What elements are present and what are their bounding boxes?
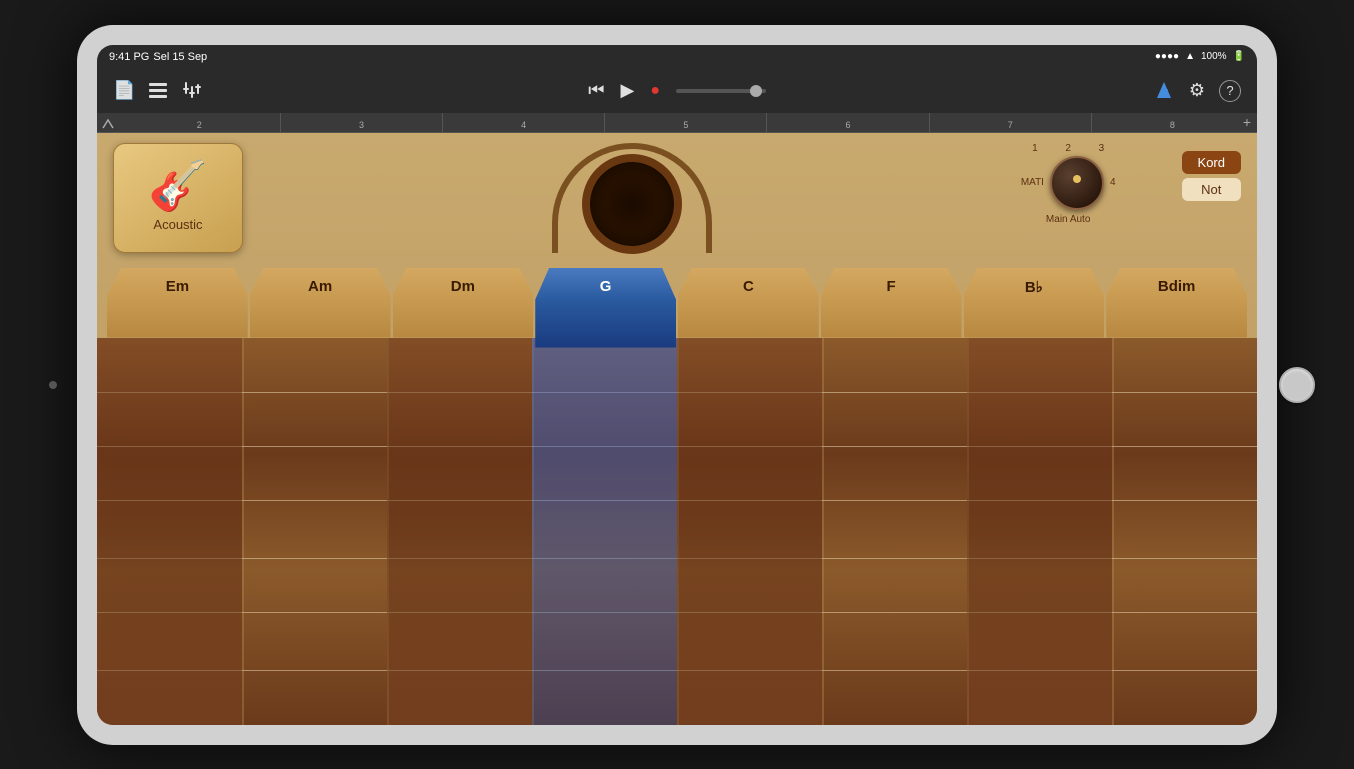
time-display: 9:41 PG	[109, 51, 149, 63]
wifi-icon: ▲	[1185, 51, 1195, 62]
ruler-mark-4: 5	[604, 113, 766, 132]
chord-F[interactable]: F	[821, 268, 962, 338]
guitar-main: 🎸 Acoustic 1 2 3	[97, 133, 1257, 725]
fret-cell-7	[967, 338, 1112, 725]
guitar-body	[263, 143, 1001, 253]
rewind-button[interactable]: ⏮	[588, 80, 604, 101]
new-song-button[interactable]: 📄	[113, 80, 135, 101]
chord-G[interactable]: G	[535, 268, 676, 348]
fret-cell-5	[677, 338, 822, 725]
top-section: 🎸 Acoustic 1 2 3	[97, 133, 1257, 263]
toolbar: 📄	[97, 69, 1257, 113]
fret-divider-5	[822, 338, 824, 725]
play-button[interactable]: ▶	[620, 80, 634, 101]
ruler-mark-6: 7	[929, 113, 1091, 132]
chord-Am[interactable]: Am	[250, 268, 391, 338]
not-button[interactable]: Not	[1182, 178, 1241, 201]
fret-divider-7	[1112, 338, 1114, 725]
fret-divider-1	[242, 338, 244, 725]
chord-Dm[interactable]: Dm	[393, 268, 534, 338]
signal-icon: ●●●●	[1155, 51, 1179, 62]
home-button[interactable]	[1279, 367, 1315, 403]
metronome-button[interactable]	[1153, 80, 1175, 102]
battery-icon: 🔋	[1233, 51, 1245, 62]
guitar-icon: 🎸	[148, 163, 208, 211]
knob-num-1: 1	[1032, 143, 1038, 154]
date-display: Sel 15 Sep	[153, 51, 207, 63]
mixer-button[interactable]	[183, 82, 201, 100]
chord-row: Em Am Dm G C F B♭	[97, 263, 1257, 338]
progress-thumb	[750, 85, 762, 97]
kord-not-container: Kord Not	[1182, 151, 1241, 201]
knob-indicator	[1073, 175, 1081, 183]
mati-label: MATI	[1021, 177, 1044, 188]
settings-button[interactable]: ⚙	[1189, 80, 1205, 101]
instrument-name: Acoustic	[153, 217, 202, 232]
ruler-mark-1: 2	[119, 113, 280, 132]
ruler-mark-2: 3	[280, 113, 442, 132]
chord-Bdim[interactable]: Bdim	[1106, 268, 1247, 338]
knob-num-4: 4	[1110, 177, 1116, 188]
chord-Bb[interactable]: B♭	[964, 268, 1105, 338]
fret-cell-3	[387, 338, 532, 725]
knob-num-3: 3	[1099, 143, 1105, 154]
knob-wrapper: 1 2 3 MATI 4 Main Auto	[1021, 143, 1116, 225]
main-auto-label: Main Auto	[1046, 214, 1090, 225]
status-bar: 9:41 PG Sel 15 Sep ●●●● ▲ 100% 🔋	[97, 45, 1257, 69]
knob-num-2: 2	[1065, 143, 1071, 154]
ruler: 2 3 4 5 6 7 8 +	[97, 113, 1257, 133]
ruler-mark-7: 8	[1091, 113, 1253, 132]
tracks-button[interactable]	[149, 83, 169, 99]
ipad-screen: 9:41 PG Sel 15 Sep ●●●● ▲ 100% 🔋 📄	[97, 45, 1257, 725]
fret-cell-1	[97, 338, 242, 725]
help-button[interactable]: ?	[1219, 80, 1241, 102]
ruler-mark-5: 6	[766, 113, 928, 132]
kord-button[interactable]: Kord	[1182, 151, 1241, 174]
battery-display: 100%	[1201, 51, 1227, 62]
add-track-button[interactable]: +	[1243, 114, 1251, 130]
fretboard[interactable]	[97, 338, 1257, 725]
chord-highlight	[532, 338, 677, 725]
main-knob[interactable]	[1050, 156, 1104, 210]
left-camera	[49, 381, 57, 389]
soundhole-inner	[582, 154, 682, 254]
progress-track[interactable]	[676, 89, 766, 93]
instrument-card[interactable]: 🎸 Acoustic	[113, 143, 243, 253]
soundhole-outer	[552, 143, 712, 253]
ruler-mark-3: 4	[442, 113, 604, 132]
chord-C[interactable]: C	[678, 268, 819, 338]
ipad-frame: 9:41 PG Sel 15 Sep ●●●● ▲ 100% 🔋 📄	[77, 25, 1277, 745]
chord-Em[interactable]: Em	[107, 268, 248, 338]
record-button[interactable]: ●	[650, 82, 660, 100]
